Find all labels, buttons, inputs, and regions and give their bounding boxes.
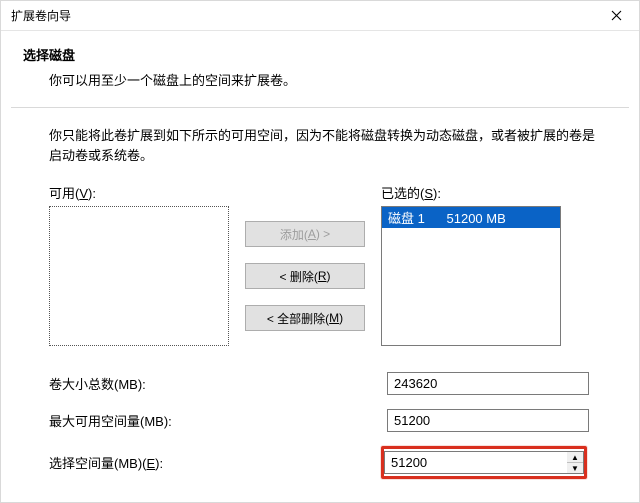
spinner-down[interactable]: ▼ [567,463,583,473]
total-size-value: 243620 [387,372,589,395]
spinner-up[interactable]: ▲ [567,452,583,463]
list-item[interactable]: 磁盘 1 51200 MB [382,207,560,228]
body: 你只能将此卷扩展到如下所示的可用空间，因为不能将磁盘转换为动态磁盘，或者被扩展的… [1,108,639,479]
page-heading: 选择磁盘 [23,45,617,64]
close-button[interactable] [594,1,639,31]
max-size-row: 最大可用空间量(MB): 51200 [49,409,607,432]
note-text: 你只能将此卷扩展到如下所示的可用空间，因为不能将磁盘转换为动态磁盘，或者被扩展的… [49,126,607,165]
size-fields: 卷大小总数(MB): 243620 最大可用空间量(MB): 51200 选择空… [49,372,607,479]
available-column: 可用(V): [49,183,229,346]
wizard-header: 选择磁盘 你可以用至少一个磁盘上的空间来扩展卷。 [1,31,639,99]
available-label: 可用(V): [49,183,229,202]
window-title: 扩展卷向导 [11,7,71,24]
choose-size-label: 选择空间量(MB)(E): [49,453,381,472]
disk-columns: 可用(V): 添加(A) > < 删除(R) < 全部删除(M) [49,183,607,346]
selected-label: 已选的(S): [381,183,581,202]
total-size-row: 卷大小总数(MB): 243620 [49,372,607,395]
max-size-value: 51200 [387,409,589,432]
wizard-window: 扩展卷向导 选择磁盘 你可以用至少一个磁盘上的空间来扩展卷。 你只能将此卷扩展到… [0,0,640,503]
selected-listbox[interactable]: 磁盘 1 51200 MB [381,206,561,346]
page-subtext: 你可以用至少一个磁盘上的空间来扩展卷。 [23,70,617,89]
remove-button[interactable]: < 删除(R) [245,263,365,289]
max-size-label: 最大可用空间量(MB): [49,411,387,430]
add-button[interactable]: 添加(A) > [245,221,365,247]
transfer-buttons: 添加(A) > < 删除(R) < 全部删除(M) [245,183,365,331]
titlebar: 扩展卷向导 [1,1,639,31]
choose-size-row: 选择空间量(MB)(E): 51200 ▲ ▼ [49,446,607,479]
remove-all-button[interactable]: < 全部删除(M) [245,305,365,331]
available-listbox[interactable] [49,206,229,346]
selected-column: 已选的(S): 磁盘 1 51200 MB [381,183,581,346]
choose-size-highlight: 51200 ▲ ▼ [381,446,587,479]
spinner-buttons: ▲ ▼ [567,451,584,474]
total-size-label: 卷大小总数(MB): [49,374,387,393]
close-icon [611,10,622,21]
choose-size-input[interactable]: 51200 [384,451,567,474]
